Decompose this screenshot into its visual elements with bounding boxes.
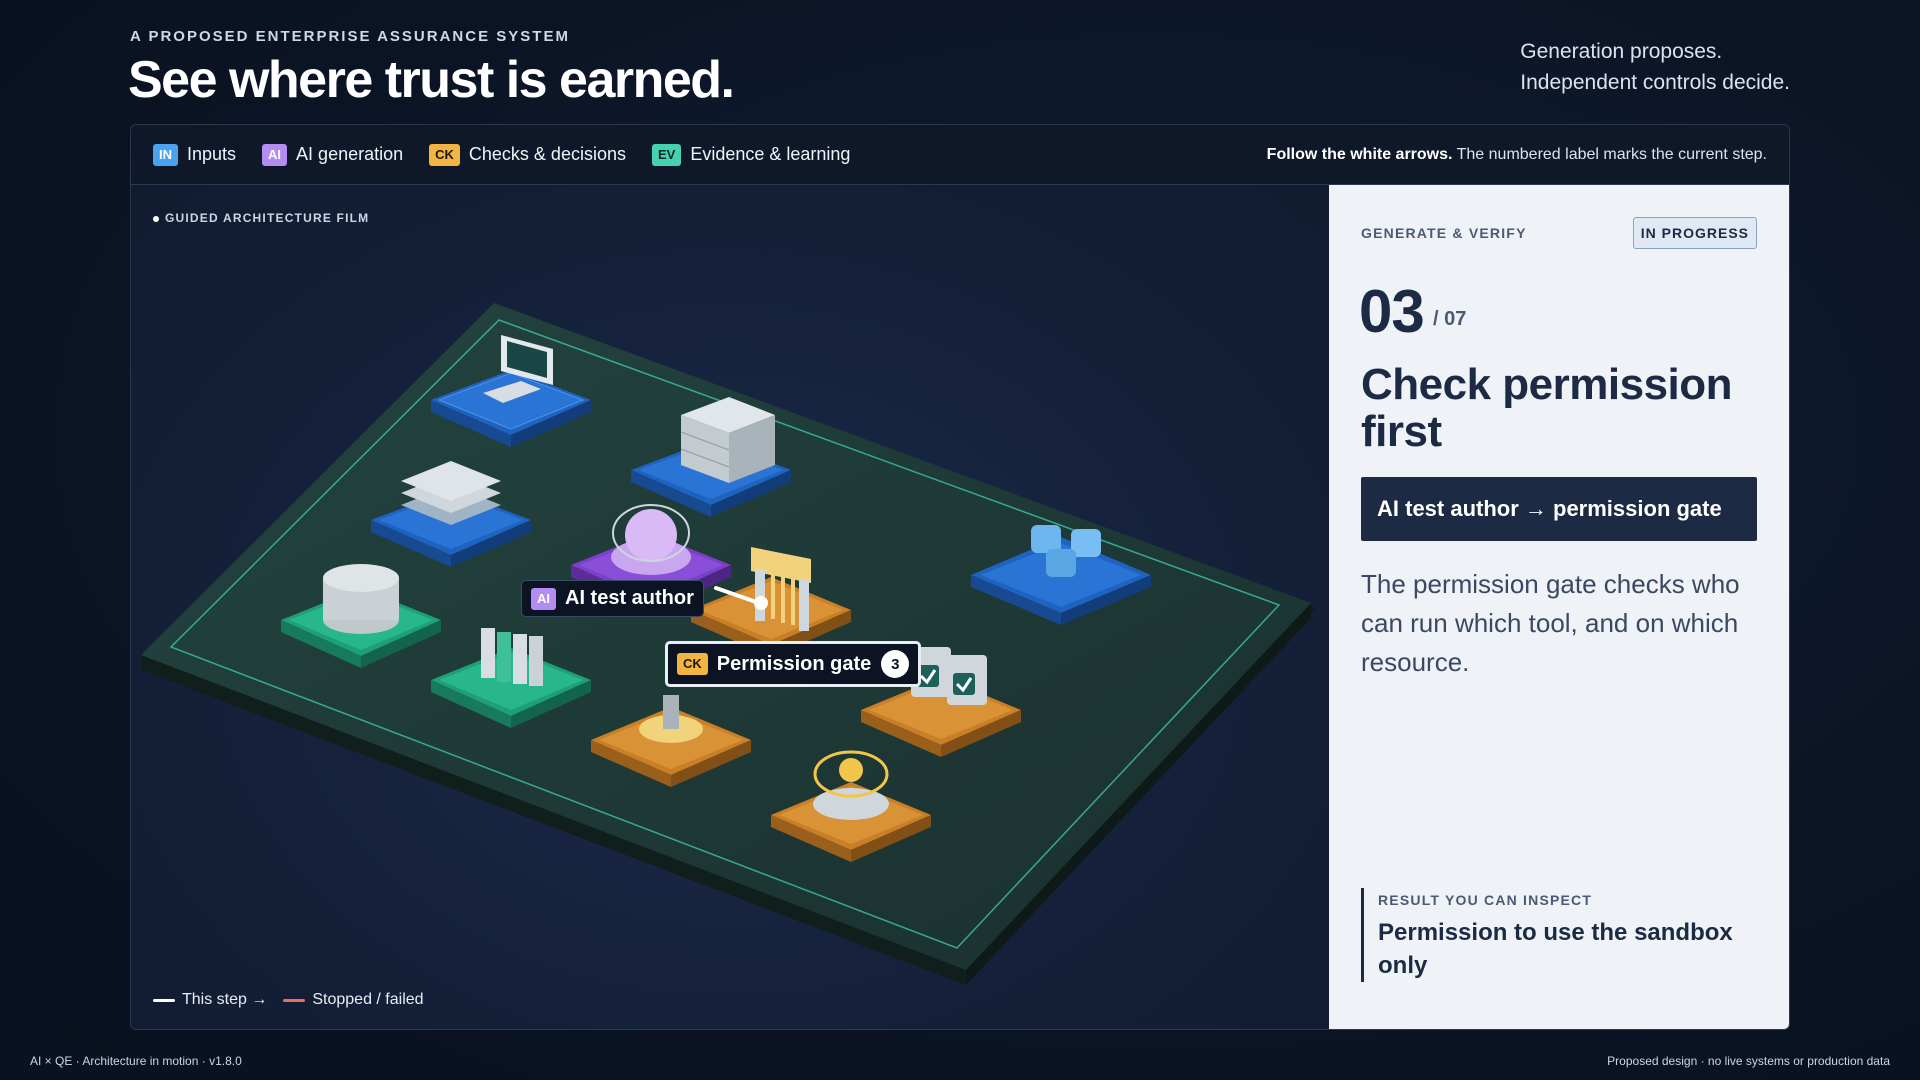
legend-label: Checks & decisions <box>468 144 626 164</box>
result-value: Permission to use the sandbox only <box>1378 919 1733 979</box>
tagline-line-1: Generation proposes. <box>1520 40 1723 63</box>
step-total: / 07 <box>1433 308 1467 330</box>
live-dot-icon <box>153 215 159 222</box>
white-line-icon <box>153 998 175 1002</box>
flow-banner: AI test author → permission gate <box>1361 477 1757 541</box>
page-title: See where trust is earned. <box>128 51 735 109</box>
ck-tag: CK <box>677 653 708 675</box>
red-line-icon <box>283 998 306 1002</box>
status-badge: IN PROGRESS <box>1632 217 1757 249</box>
ai-tag: AI <box>531 587 556 610</box>
isometric-scene <box>141 303 1316 985</box>
step-detail-panel: GENERATE & VERIFY IN PROGRESS 03 / 07 Ch… <box>1329 185 1789 1029</box>
legend-item-inputs: IN Inputs <box>153 143 237 166</box>
footer-disclaimer: Proposed design · no live systems or pro… <box>1607 1054 1890 1068</box>
legend-item-ai-generation: AI AI generation <box>262 143 404 166</box>
legend-label: AI generation <box>296 144 404 164</box>
callout-label: Permission gate <box>716 652 872 675</box>
result-block: RESULT YOU CAN INSPECT Permission to use… <box>1361 888 1757 982</box>
section-label: GENERATE & VERIFY <box>1361 225 1527 241</box>
legend-stopped-label: Stopped / failed <box>312 991 424 1008</box>
architecture-stage[interactable]: GUIDED ARCHITECTURE FILM AI AI test auth… <box>131 185 1329 1029</box>
step-title: Check permission first <box>1361 360 1733 456</box>
step-number: 03 <box>1359 278 1425 345</box>
film-label: GUIDED ARCHITECTURE FILM <box>153 211 369 225</box>
legend-label: Evidence & learning <box>690 144 851 164</box>
callout-label: AI test author <box>565 587 694 609</box>
legend-label: Inputs <box>187 144 237 164</box>
film-label-text: GUIDED ARCHITECTURE FILM <box>165 211 370 225</box>
architecture-frame: IN Inputs AI AI generation CK Checks & d… <box>130 124 1790 1030</box>
step-description: The permission gate checks who can run w… <box>1361 569 1740 677</box>
legend-this-step-label: This step → <box>182 991 268 1008</box>
legend-item-evidence: EV Evidence & learning <box>651 143 851 166</box>
ck-tag: CK <box>429 143 460 166</box>
inputs-tag: IN <box>153 143 178 166</box>
result-label: RESULT YOU CAN INSPECT <box>1378 892 1593 908</box>
step-number-badge: 3 <box>881 650 910 678</box>
callout-ai-test-author[interactable]: AI AI test author <box>521 580 704 617</box>
stage-legend: This step → Stopped / failed <box>153 991 440 1009</box>
legend-bar: IN Inputs AI AI generation CK Checks & d… <box>131 125 1789 185</box>
legend-hint-rest: The numbered label marks the current ste… <box>1452 146 1767 163</box>
eyebrow: A PROPOSED ENTERPRISE ASSURANCE SYSTEM <box>130 28 570 45</box>
legend-this-step: This step → <box>153 991 267 1009</box>
legend-hint-bold: Follow the white arrows. <box>1266 146 1453 163</box>
callout-permission-gate[interactable]: CK Permission gate 3 <box>665 641 922 687</box>
footer-version: AI × QE · Architecture in motion · v1.8.… <box>30 1054 242 1068</box>
tagline: Generation proposes. Independent control… <box>1520 36 1790 98</box>
legend-item-checks: CK Checks & decisions <box>429 143 626 166</box>
ev-tag: EV <box>651 143 682 166</box>
tagline-line-2: Independent controls decide. <box>1520 71 1790 94</box>
legend-hint: Follow the white arrows. The numbered la… <box>1267 146 1767 164</box>
ai-tag: AI <box>262 143 288 166</box>
step-arrow-head <box>754 596 768 610</box>
legend-stopped: Stopped / failed <box>283 991 424 1009</box>
